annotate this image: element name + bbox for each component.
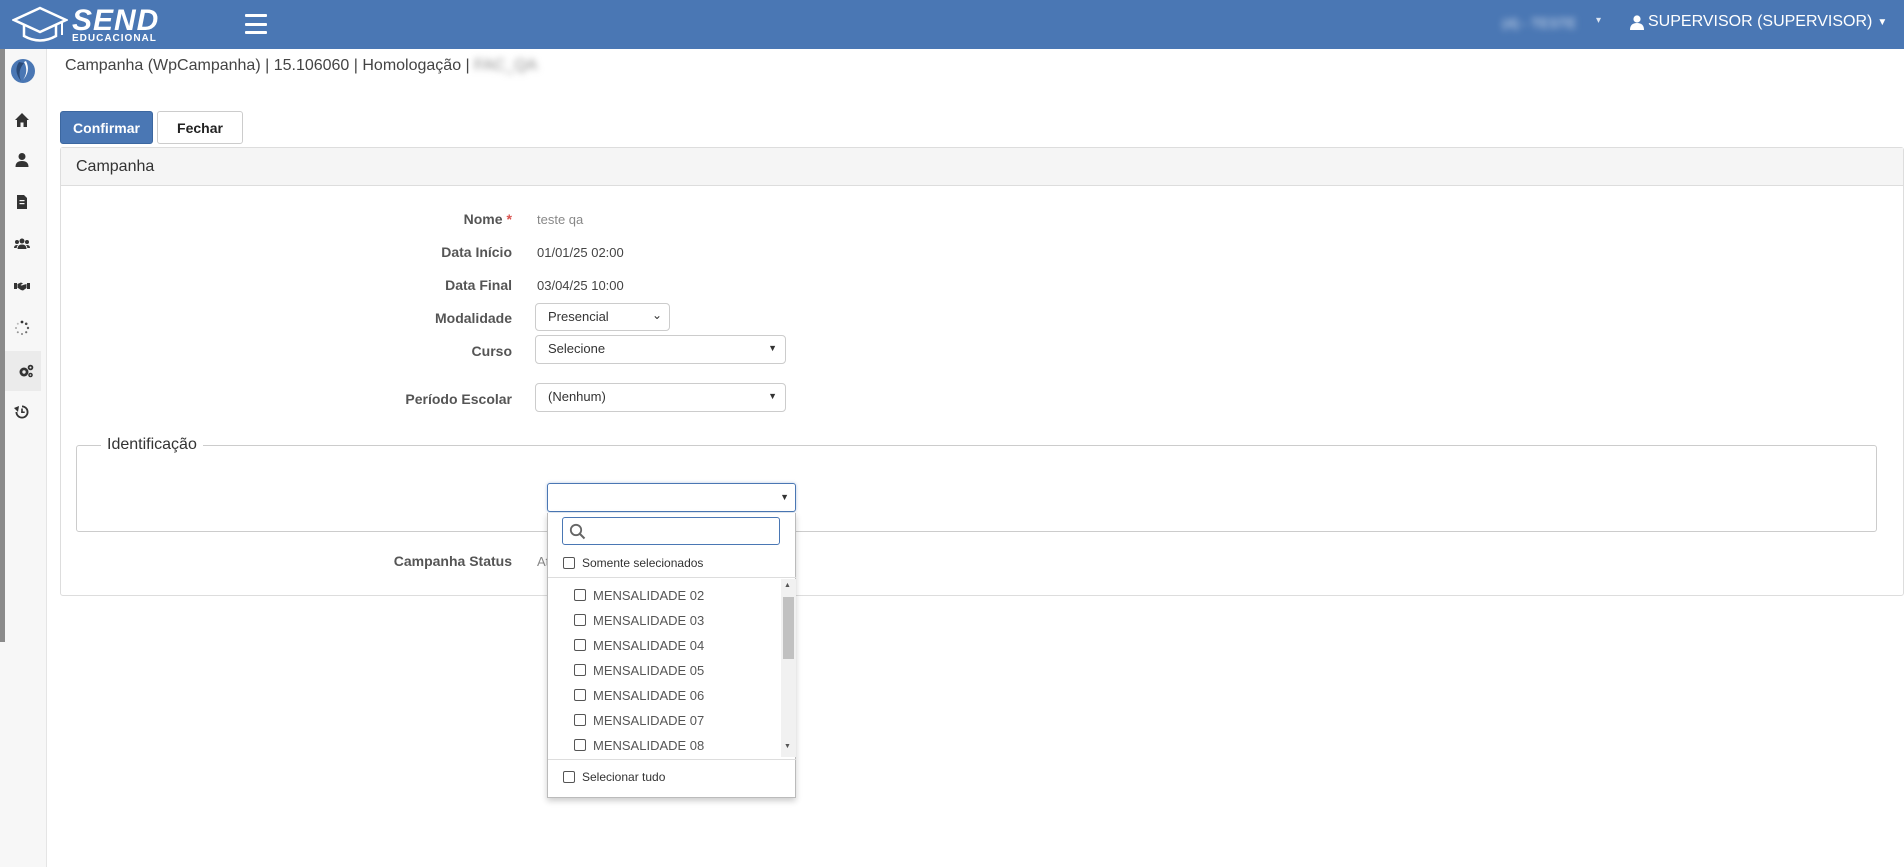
data-final-label: Data Final <box>445 277 512 293</box>
checkbox-icon <box>574 639 586 651</box>
graduation-cap-icon <box>12 6 68 42</box>
menu-toggle-icon[interactable] <box>245 14 267 34</box>
caret-down-icon: ▼ <box>1877 16 1888 28</box>
required-marker: * <box>506 211 512 227</box>
modalidade-select[interactable]: Presencial ⌄ <box>535 303 670 331</box>
nome-value: teste qa <box>537 212 584 227</box>
data-inicio-value: 01/01/25 02:00 <box>537 245 624 260</box>
caret-down-icon: ▼ <box>780 492 789 502</box>
chevron-down-icon: ⌄ <box>651 308 662 322</box>
curso-select[interactable]: Selecione ▼ <box>535 335 786 364</box>
checkbox-icon <box>574 614 586 626</box>
list-item[interactable]: MENSALIDADE 06 <box>574 685 704 705</box>
users-icon[interactable] <box>12 235 32 253</box>
sidebar <box>0 49 47 867</box>
gears-icon[interactable] <box>5 351 41 391</box>
checkbox-icon <box>574 589 586 601</box>
home-icon[interactable] <box>12 111 32 129</box>
sidebar-accent-bar <box>0 49 5 642</box>
environment-selector[interactable]: (4) - TESTE <box>1502 15 1576 31</box>
close-button[interactable]: Fechar <box>157 111 243 144</box>
search-icon <box>569 523 586 540</box>
user-name: SUPERVISOR (SUPERVISOR) <box>1648 13 1873 30</box>
brand-subtitle: EDUCACIONAL <box>72 33 157 44</box>
curso-label: Curso <box>471 343 512 359</box>
history-icon[interactable] <box>12 403 32 421</box>
identificacao-fieldset: Identificação <box>76 436 1877 532</box>
user-icon[interactable] <box>12 151 32 169</box>
breadcrumb-text: Campanha (WpCampanha) | 15.106060 | Homo… <box>65 57 470 74</box>
spinner-icon[interactable] <box>12 319 32 337</box>
list-item[interactable]: MENSALIDADE 04 <box>574 635 704 655</box>
checkbox-icon <box>574 689 586 701</box>
confirm-button[interactable]: Confirmar <box>60 111 153 144</box>
brand-name: SEND <box>72 4 160 37</box>
modalidade-label: Modalidade <box>434 310 512 326</box>
caret-down-icon: ▼ <box>768 391 777 401</box>
nome-label: Nome * <box>463 211 512 227</box>
multiselect-dropdown: Somente selecionados MENSALIDADE 02 MENS… <box>547 513 796 798</box>
breadcrumb: Campanha (WpCampanha) | 15.106060 | Homo… <box>65 57 537 75</box>
caret-down-icon: ▼ <box>768 343 777 353</box>
user-icon <box>1630 14 1644 30</box>
user-menu[interactable]: SUPERVISOR (SUPERVISOR) ▼ <box>1630 13 1887 31</box>
checkbox-icon <box>563 771 575 783</box>
options-list: MENSALIDADE 02 MENSALIDADE 03 MENSALIDAD… <box>548 579 780 751</box>
divider <box>548 577 796 578</box>
send-educacional-logo[interactable]: SEND EDUCACIONAL <box>12 4 182 46</box>
list-item[interactable]: MENSALIDADE 08 <box>574 735 704 751</box>
scrollbar[interactable]: ▲ ▼ <box>781 579 796 757</box>
scrollbar-thumb[interactable] <box>783 597 794 659</box>
scroll-up-icon[interactable]: ▲ <box>784 582 791 589</box>
data-inicio-label: Data Início <box>441 244 512 260</box>
periodo-escolar-select[interactable]: (Nenhum) ▼ <box>535 383 786 412</box>
list-item[interactable]: MENSALIDADE 02 <box>574 585 704 605</box>
app-logo-icon[interactable] <box>9 57 37 85</box>
list-item[interactable]: MENSALIDADE 07 <box>574 710 704 730</box>
checkbox-icon <box>574 739 586 751</box>
handshake-icon[interactable] <box>12 277 32 295</box>
checkbox-icon <box>563 557 575 569</box>
panel-title: Campanha <box>61 148 1903 186</box>
checkbox-icon <box>574 664 586 676</box>
top-navbar: SEND EDUCACIONAL (4) - TESTE ▾ SUPERVISO… <box>0 0 1904 49</box>
checkbox-icon <box>574 714 586 726</box>
document-icon[interactable] <box>12 193 32 211</box>
periodo-escolar-label: Período Escolar <box>405 391 512 407</box>
divider <box>548 759 796 760</box>
select-all-checkbox[interactable]: Selecionar tudo <box>563 770 665 784</box>
breadcrumb-database: FAC_QA <box>474 57 538 74</box>
data-final-value: 03/04/25 10:00 <box>537 278 624 293</box>
identificacao-legend: Identificação <box>107 436 197 453</box>
campanha-status-label: Campanha Status <box>393 553 512 569</box>
only-selected-checkbox[interactable]: Somente selecionados <box>563 556 703 570</box>
identificacao-multiselect[interactable]: ▼ <box>547 483 796 512</box>
list-item[interactable]: MENSALIDADE 03 <box>574 610 704 630</box>
list-item[interactable]: MENSALIDADE 05 <box>574 660 704 680</box>
caret-down-icon: ▾ <box>1596 15 1602 26</box>
scroll-down-icon[interactable]: ▼ <box>784 743 791 750</box>
search-input[interactable] <box>562 517 780 545</box>
